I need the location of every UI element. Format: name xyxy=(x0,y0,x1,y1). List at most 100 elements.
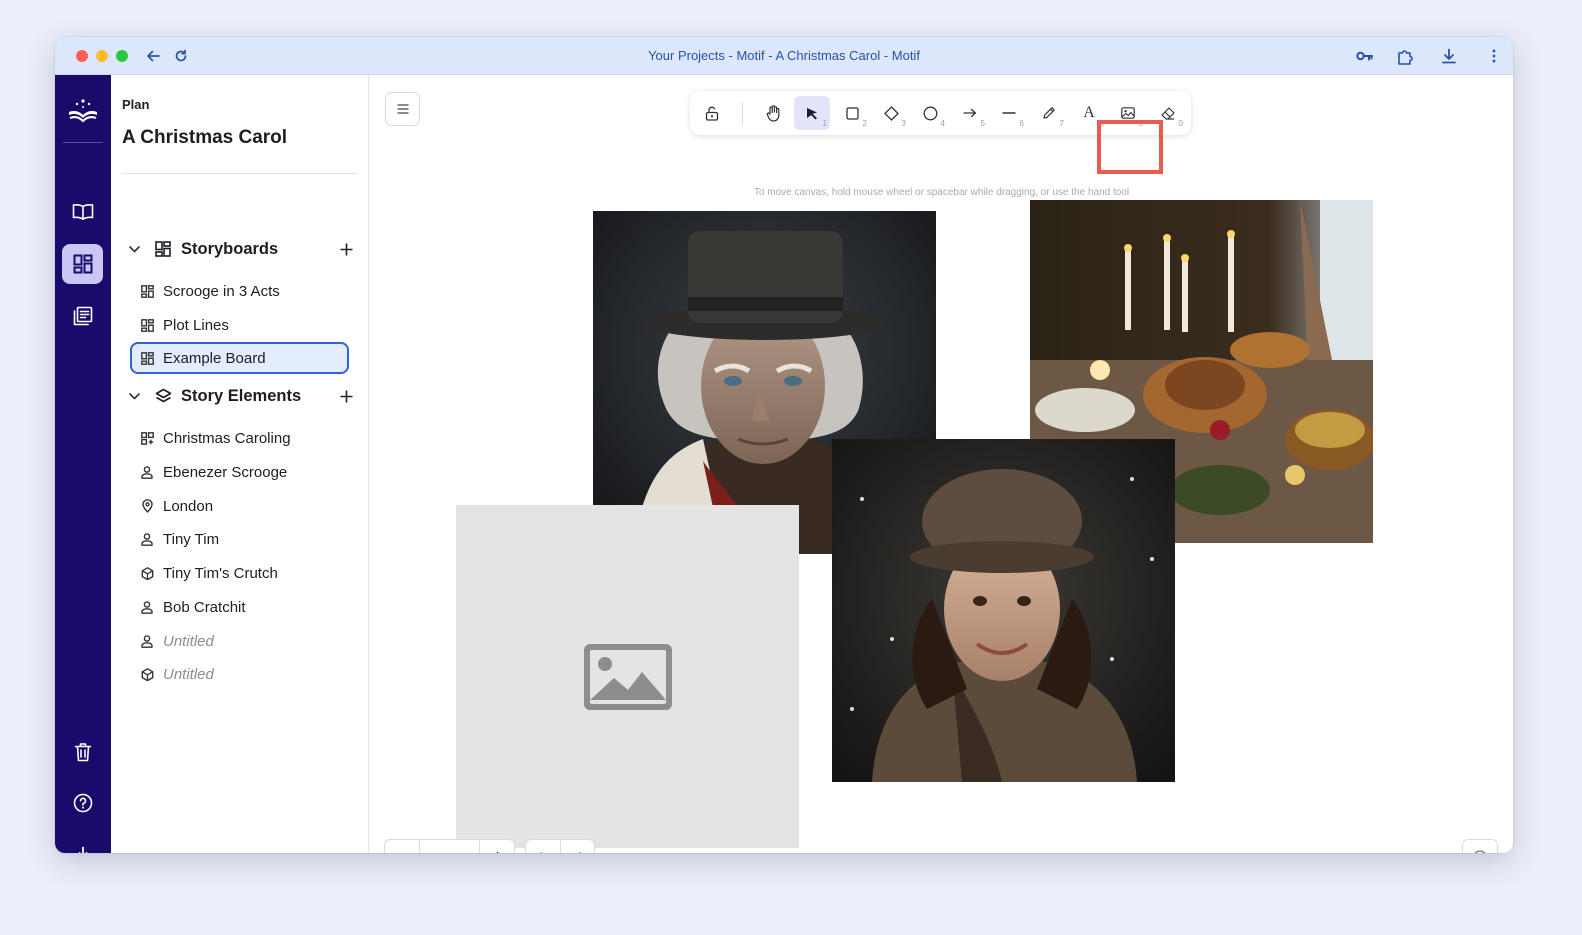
plus-icon xyxy=(496,851,498,853)
location-pin-icon xyxy=(140,499,154,513)
line-tool-button[interactable]: 6 xyxy=(991,96,1027,130)
eraser-icon xyxy=(1161,106,1175,120)
more-menu-icon[interactable] xyxy=(1485,47,1503,65)
ellipse-tool-button[interactable]: 4 xyxy=(912,96,948,130)
motif-logo-icon[interactable] xyxy=(62,91,103,131)
help-icon[interactable] xyxy=(62,783,103,823)
canvas-hint-text: To move canvas, hold mouse wheel or spac… xyxy=(753,187,1130,198)
board-icon xyxy=(140,351,154,365)
zoom-controls: 88% xyxy=(384,839,515,853)
storyboard-item-label: Plot Lines xyxy=(163,316,229,334)
circle-icon xyxy=(923,106,937,120)
shortcut-label: 8 xyxy=(1099,119,1104,128)
story-element-item[interactable]: Tiny Tim's Crutch xyxy=(130,557,349,589)
app-window: Your Projects - Motif - A Christmas Caro… xyxy=(55,37,1513,853)
shortcut-label: 6 xyxy=(1019,119,1024,128)
story-element-item[interactable]: Ebenezer Scrooge xyxy=(130,456,349,488)
storyboard-item-label: Example Board xyxy=(163,349,266,367)
story-elements-section-title: Story Elements xyxy=(181,386,302,405)
storyboards-section-header[interactable]: Storyboards xyxy=(129,236,354,262)
story-element-item[interactable]: Bob Cratchit xyxy=(130,591,349,623)
hand-tool-button[interactable] xyxy=(755,96,791,130)
story-element-label: Ebenezer Scrooge xyxy=(163,463,288,481)
chevron-down-icon[interactable] xyxy=(129,245,143,253)
undo-icon xyxy=(539,851,542,853)
undo-button[interactable] xyxy=(526,840,560,853)
text-tool-button[interactable]: A 8 xyxy=(1071,96,1107,130)
storyboard-item[interactable]: Plot Lines xyxy=(130,309,349,341)
storyboard-item[interactable]: Scrooge in 3 Acts xyxy=(130,275,349,307)
storyboard-item-label: Scrooge in 3 Acts xyxy=(163,282,280,300)
shortcut-label: 3 xyxy=(901,119,906,128)
shortcut-label: 0 xyxy=(1178,119,1183,128)
tiny-tim-portrait-image[interactable] xyxy=(832,439,1175,782)
toolbar-divider xyxy=(742,102,743,124)
story-element-label: Untitled xyxy=(163,665,214,683)
hand-icon xyxy=(766,104,779,122)
image-icon xyxy=(1121,107,1135,119)
selection-tool-button[interactable]: 1 xyxy=(794,96,830,130)
canvas-help-button[interactable] xyxy=(1462,839,1498,853)
board-icon xyxy=(140,318,154,332)
hamburger-icon xyxy=(397,104,408,114)
story-element-label: Untitled xyxy=(163,632,214,650)
download-icon[interactable] xyxy=(1440,47,1458,65)
image-placeholder-icon xyxy=(583,643,672,710)
story-elements-section-header[interactable]: Story Elements xyxy=(129,383,354,409)
story-element-label: Bob Cratchit xyxy=(163,598,246,616)
storyboard-item-selected[interactable]: Example Board xyxy=(130,342,349,374)
event-icon xyxy=(140,431,154,445)
storyboards-dashboard-icon[interactable] xyxy=(62,244,103,284)
notes-icon[interactable] xyxy=(62,296,103,336)
zoom-in-button[interactable] xyxy=(480,840,514,853)
hamburger-menu-button[interactable] xyxy=(385,92,420,126)
extensions-icon[interactable] xyxy=(1396,47,1414,65)
drawing-toolbar: 1 2 3 4 5 6 7 A 8 9 0 xyxy=(690,91,1191,135)
unlock-icon xyxy=(705,106,719,121)
key-icon[interactable] xyxy=(1356,47,1374,65)
whiteboard-canvas[interactable]: 1 2 3 4 5 6 7 A 8 9 0 To move canvas, ho… xyxy=(370,75,1513,853)
title-bar: Your Projects - Motif - A Christmas Caro… xyxy=(55,37,1513,75)
object-cube-icon xyxy=(140,667,154,681)
window-title: Your Projects - Motif - A Christmas Caro… xyxy=(648,48,920,63)
chevron-down-icon[interactable] xyxy=(129,392,143,400)
shortcut-label: 9 xyxy=(1138,119,1143,128)
history-controls xyxy=(525,839,595,853)
draw-tool-button[interactable]: 7 xyxy=(1031,96,1067,130)
download-tray-icon[interactable] xyxy=(62,835,103,853)
zoom-out-button[interactable] xyxy=(385,840,419,853)
eraser-tool-button[interactable]: 0 xyxy=(1150,96,1186,130)
shortcut-label: 5 xyxy=(980,119,985,128)
person-icon xyxy=(140,600,154,614)
sidebar-divider xyxy=(122,173,357,174)
board-icon xyxy=(140,284,154,298)
image-tool-button[interactable]: 9 xyxy=(1110,96,1146,130)
lock-tool-button[interactable] xyxy=(694,96,730,130)
rectangle-tool-button[interactable]: 2 xyxy=(834,96,870,130)
zoom-level[interactable]: 88% xyxy=(419,840,480,853)
empty-image-placeholder[interactable] xyxy=(456,505,799,848)
story-element-item[interactable]: London xyxy=(130,490,349,522)
diamond-tool-button[interactable]: 3 xyxy=(873,96,909,130)
shortcut-label: 7 xyxy=(1059,119,1064,128)
story-element-item[interactable]: Untitled xyxy=(130,658,349,690)
diamond-icon xyxy=(883,105,899,121)
story-element-item[interactable]: Christmas Caroling xyxy=(130,422,349,454)
arrow-tool-button[interactable]: 5 xyxy=(952,96,988,130)
story-element-label: Tiny Tim xyxy=(163,530,220,548)
redo-button[interactable] xyxy=(560,840,594,853)
story-element-item[interactable]: Tiny Tim xyxy=(130,523,349,555)
nav-rail xyxy=(55,75,111,853)
add-story-element-plus-icon[interactable] xyxy=(338,388,354,404)
question-icon xyxy=(1474,850,1486,853)
add-storyboard-plus-icon[interactable] xyxy=(338,241,354,257)
storyboards-dashboard-icon xyxy=(155,241,173,257)
story-element-label: London xyxy=(163,497,214,515)
trash-icon[interactable] xyxy=(62,732,103,772)
shortcut-label: 2 xyxy=(862,119,867,128)
pencil-icon xyxy=(1043,107,1055,119)
story-element-item[interactable]: Untitled xyxy=(130,625,349,657)
manuscript-book-icon[interactable] xyxy=(62,192,103,232)
object-cube-icon xyxy=(140,566,154,580)
arrow-right-icon xyxy=(963,108,977,118)
